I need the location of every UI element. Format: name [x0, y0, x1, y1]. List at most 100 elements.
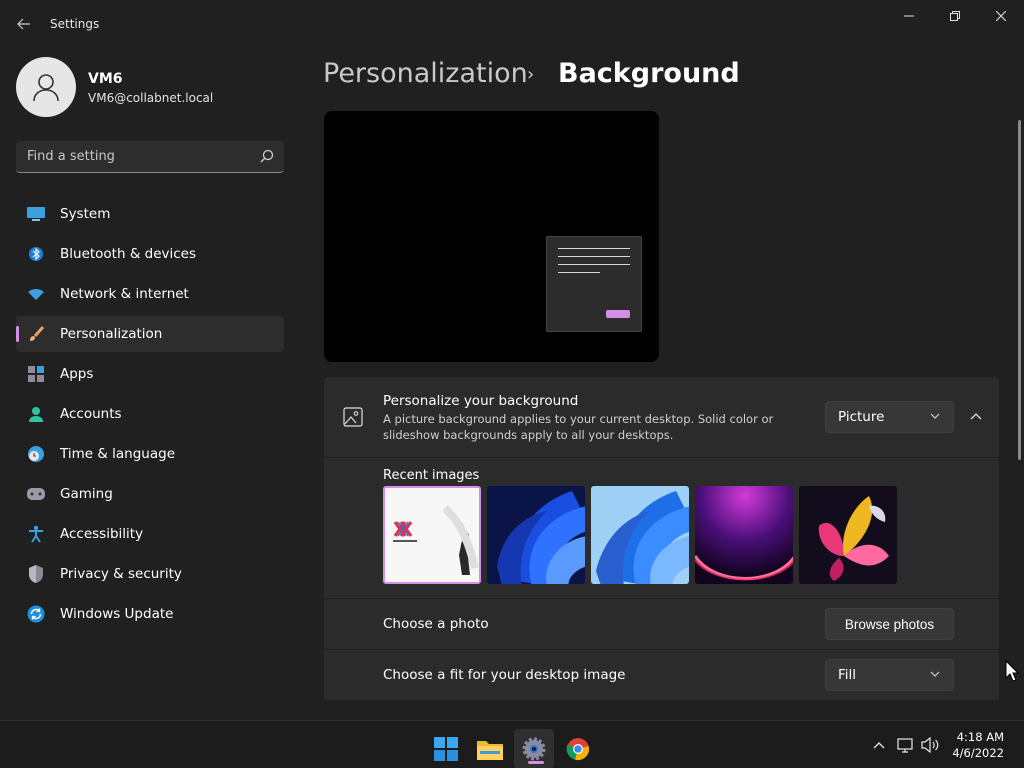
dropdown-value: Picture: [838, 409, 885, 425]
sidebar-item-label: Windows Update: [60, 606, 174, 622]
recent-image-flower-abstract[interactable]: [799, 486, 897, 584]
wifi-icon: [27, 285, 45, 303]
gamepad-icon: [27, 485, 45, 503]
selection-indicator: [16, 326, 19, 342]
sidebar-item-system[interactable]: System: [16, 196, 284, 232]
sidebar-item-label: Bluetooth & devices: [60, 246, 197, 262]
bluetooth-icon: [27, 245, 45, 263]
sidebar-item-bluetooth[interactable]: Bluetooth & devices: [16, 236, 284, 272]
shield-icon: [27, 565, 45, 583]
avatar[interactable]: [16, 57, 76, 117]
personalize-background-card: Personalize your background A picture ba…: [324, 377, 999, 457]
chevron-down-icon: [930, 413, 940, 419]
preview-line: [558, 264, 630, 265]
network-tray-button[interactable]: [897, 736, 915, 754]
scrollbar[interactable]: [1018, 120, 1021, 460]
picture-icon: [343, 407, 363, 427]
sidebar-item-label: Gaming: [60, 486, 113, 502]
recent-image-darling-in-the-franxx[interactable]: [383, 486, 481, 584]
thumbnail-art: [591, 486, 689, 584]
thumbnail-art: [385, 488, 479, 582]
close-icon: [996, 11, 1006, 21]
sidebar-item-label: Accessibility: [60, 526, 144, 542]
minimize-button[interactable]: [886, 0, 932, 32]
thumbnail-art: [799, 486, 897, 584]
apps-grid-icon: [27, 365, 45, 383]
user-name: VM6: [88, 71, 123, 87]
brush-icon: [27, 325, 45, 343]
sidebar-item-time-language[interactable]: Time & language: [16, 436, 284, 472]
chrome-icon: [566, 738, 589, 760]
taskbar-file-explorer[interactable]: [470, 729, 510, 768]
collapse-button[interactable]: [964, 401, 988, 433]
breadcrumb-separator: ›: [527, 64, 535, 85]
sidebar-item-network[interactable]: Network & internet: [16, 276, 284, 312]
recent-image-windows-bloom-dark[interactable]: [487, 486, 585, 584]
fit-dropdown[interactable]: Fill: [825, 659, 954, 691]
recent-images-label: Recent images: [383, 468, 480, 483]
file-explorer-icon: [477, 741, 503, 760]
card-title: Personalize your background: [383, 393, 579, 409]
sidebar-item-label: Personalization: [60, 326, 163, 342]
sidebar-item-label: Accounts: [60, 406, 122, 422]
sidebar-item-windows-update[interactable]: Windows Update: [16, 596, 284, 632]
recent-images-section: Recent images: [324, 458, 999, 598]
sidebar-item-label: Time & language: [60, 446, 176, 462]
taskbar: 4:18 AM 4/6/2022: [0, 720, 1024, 768]
card-description: A picture background applies to your cur…: [383, 412, 774, 442]
browse-photos-button[interactable]: Browse photos: [825, 608, 954, 640]
sidebar-item-accounts[interactable]: Accounts: [16, 396, 284, 432]
monitor-icon: [27, 205, 45, 223]
desktop-preview: [324, 111, 659, 362]
search-placeholder: Find a setting: [27, 149, 115, 164]
dropdown-value: Fill: [838, 667, 857, 683]
choose-fit-row: Choose a fit for your desktop image Fill: [324, 650, 999, 700]
background-type-dropdown[interactable]: Picture: [825, 401, 954, 433]
preview-line: [558, 272, 600, 273]
sidebar-item-accessibility[interactable]: Accessibility: [16, 516, 284, 552]
thumbnail-art: [695, 486, 793, 584]
mouse-cursor-icon: [1005, 660, 1019, 682]
network-icon: [897, 738, 913, 753]
breadcrumb-parent[interactable]: Personalization: [323, 58, 528, 89]
clock-date: 4/6/2022: [952, 746, 1004, 760]
taskbar-chrome[interactable]: [558, 729, 598, 768]
active-app-indicator: [528, 761, 544, 764]
minimize-icon: [904, 15, 914, 17]
user-email: VM6@collabnet.local: [88, 91, 214, 105]
volume-icon: [921, 737, 939, 753]
recent-image-windows-bloom-light[interactable]: [591, 486, 689, 584]
sidebar-item-personalization[interactable]: Personalization: [16, 316, 284, 352]
recent-image-purple-glow[interactable]: [695, 486, 793, 584]
sidebar-item-apps[interactable]: Apps: [16, 356, 284, 392]
sidebar-item-label: Apps: [60, 366, 94, 382]
update-icon: [27, 605, 45, 623]
person-icon: [33, 74, 59, 102]
thumbnail-art: [487, 486, 585, 584]
preview-accent-button: [606, 310, 630, 318]
show-hidden-icons-button[interactable]: [870, 736, 888, 754]
choose-fit-label: Choose a fit for your desktop image: [383, 667, 626, 683]
sidebar-item-gaming[interactable]: Gaming: [16, 476, 284, 512]
search-input[interactable]: Find a setting: [16, 141, 284, 173]
chevron-up-icon: [873, 742, 885, 749]
choose-photo-row: Choose a photo Browse photos: [324, 599, 999, 649]
volume-tray-button[interactable]: [921, 736, 939, 754]
restore-icon: [950, 11, 960, 21]
settings-icon: [522, 737, 546, 761]
clock-time: 4:18 AM: [956, 730, 1004, 744]
accessibility-icon: [27, 525, 45, 543]
chevron-down-icon: [930, 671, 940, 677]
restore-button[interactable]: [932, 0, 978, 32]
sidebar-item-label: Privacy & security: [60, 566, 182, 582]
page-title: Background: [558, 58, 740, 89]
preview-line: [558, 248, 630, 249]
sidebar-item-privacy[interactable]: Privacy & security: [16, 556, 284, 592]
preview-line: [558, 256, 630, 257]
choose-photo-label: Choose a photo: [383, 616, 489, 632]
back-button[interactable]: [8, 10, 40, 38]
close-button[interactable]: [978, 0, 1024, 32]
start-button[interactable]: [426, 729, 466, 768]
search-icon: [260, 149, 274, 163]
preview-window: [546, 236, 642, 332]
